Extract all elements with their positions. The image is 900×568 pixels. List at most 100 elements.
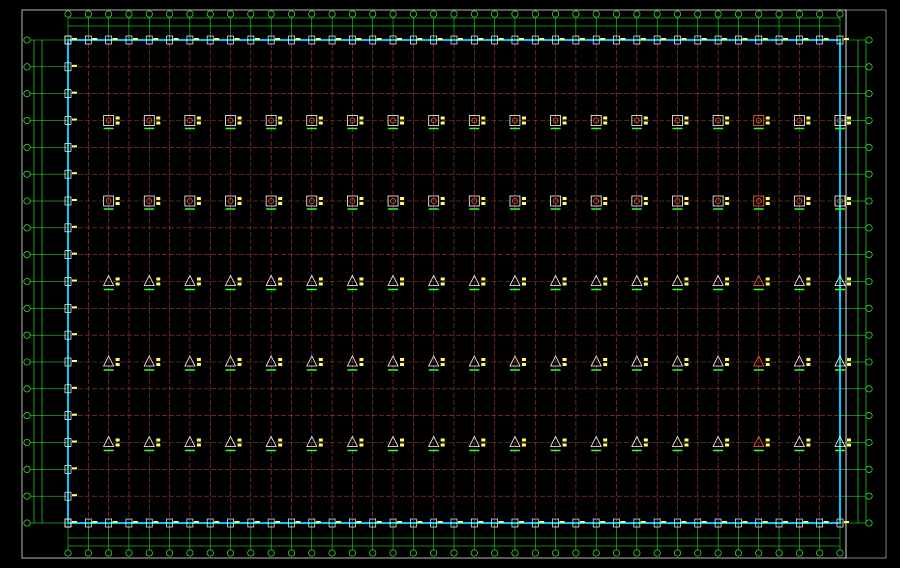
axis-bubble-top bbox=[491, 10, 499, 18]
perimeter-column-bottom-tag bbox=[722, 521, 728, 523]
footing-tag bbox=[562, 282, 567, 286]
footing-tag bbox=[806, 443, 811, 447]
perimeter-column-bottom-tag bbox=[295, 521, 301, 523]
footing-tag bbox=[318, 277, 323, 281]
perimeter-column-top-tag bbox=[640, 38, 646, 40]
footing-tag bbox=[237, 438, 242, 442]
footing-tag bbox=[643, 438, 648, 442]
footing-tag bbox=[603, 121, 608, 125]
perimeter-column-left-tag bbox=[72, 172, 77, 175]
footing-tag bbox=[521, 121, 526, 125]
footing-tag bbox=[237, 282, 242, 286]
footing-tag bbox=[115, 116, 120, 120]
axis-bubble-right bbox=[865, 277, 873, 286]
footing-tag bbox=[603, 277, 608, 281]
footing-tag bbox=[318, 282, 323, 286]
axis-bubble-bottom bbox=[430, 549, 438, 557]
perimeter-column-bottom-tag bbox=[742, 521, 748, 523]
axis-bubble-top bbox=[694, 10, 702, 18]
footing-tag bbox=[521, 116, 526, 120]
footing-tag bbox=[562, 438, 567, 442]
perimeter-column-top-tag bbox=[518, 38, 524, 40]
footing-tag bbox=[278, 363, 283, 366]
axis-bubble-left bbox=[23, 36, 31, 44]
perimeter-column-top-tag bbox=[478, 38, 484, 40]
footing-tag bbox=[521, 443, 526, 447]
axis-bubble-bottom bbox=[348, 549, 356, 557]
footing-tag bbox=[684, 197, 689, 200]
perimeter-column-top-tag bbox=[356, 38, 362, 40]
footing-tag bbox=[278, 277, 283, 281]
footing-tag bbox=[440, 197, 445, 200]
footing-tag bbox=[359, 197, 364, 200]
footing-tag bbox=[318, 443, 323, 447]
footing-tag bbox=[847, 282, 851, 286]
axis-bubble-right bbox=[865, 63, 873, 71]
perimeter-column-left-tag bbox=[72, 360, 77, 362]
axis-bubble-top bbox=[552, 10, 560, 18]
footing-tag bbox=[196, 443, 201, 447]
axis-bubble-left bbox=[23, 358, 31, 366]
footing-tag bbox=[562, 363, 567, 366]
footing-tag bbox=[725, 277, 730, 281]
perimeter-column-left-tag bbox=[72, 145, 77, 148]
axis-bubble-top bbox=[409, 10, 417, 18]
perimeter-column-bottom-tag bbox=[397, 521, 403, 523]
footing-tag bbox=[237, 121, 242, 125]
footing-tag bbox=[440, 277, 445, 281]
footing-tag bbox=[481, 202, 486, 205]
perimeter-column-bottom-tag bbox=[661, 521, 667, 523]
footing-tag bbox=[318, 197, 323, 200]
perimeter-column-left-tag bbox=[72, 386, 77, 389]
perimeter-column-left-tag bbox=[72, 64, 77, 67]
footing-tag bbox=[115, 121, 120, 125]
footing-tag bbox=[481, 282, 486, 286]
perimeter-column-bottom-tag bbox=[92, 521, 98, 523]
perimeter-column-top-tag bbox=[254, 38, 260, 40]
footing-tag bbox=[806, 121, 811, 125]
footing-tag bbox=[359, 443, 364, 447]
perimeter-column-top-tag bbox=[701, 38, 707, 40]
footing-tag bbox=[806, 197, 811, 200]
axis-bubble-top bbox=[531, 10, 539, 18]
axis-bubble-bottom bbox=[166, 549, 174, 557]
footing-tag bbox=[278, 358, 283, 361]
perimeter-column-top-tag bbox=[336, 38, 342, 40]
perimeter-column-bottom-tag bbox=[701, 521, 707, 523]
axis-bubble-bottom bbox=[308, 549, 316, 557]
footing-tag bbox=[359, 363, 364, 366]
axis-bubble-bottom bbox=[531, 549, 539, 557]
perimeter-column-top-tag bbox=[600, 38, 606, 40]
footing-tag bbox=[603, 282, 608, 286]
footing-tag bbox=[603, 116, 608, 120]
perimeter-column-bottom-tag bbox=[762, 521, 768, 523]
footing-tag bbox=[278, 197, 283, 200]
perimeter-column-left-tag bbox=[72, 91, 77, 94]
footing-tag bbox=[481, 358, 486, 361]
footing-tag bbox=[115, 438, 120, 442]
perimeter-column-top-tag bbox=[559, 38, 565, 40]
footing-tag bbox=[318, 363, 323, 366]
perimeter-column-bottom-tag bbox=[458, 521, 463, 523]
footing-tag bbox=[847, 438, 851, 442]
footing-tag bbox=[196, 202, 201, 205]
footing-tag bbox=[684, 116, 689, 120]
perimeter-column-bottom-tag bbox=[518, 521, 524, 523]
footing-tag bbox=[643, 121, 648, 125]
footing-tag bbox=[684, 121, 689, 125]
footing-tag bbox=[603, 197, 608, 200]
perimeter-column-left-tag bbox=[72, 467, 77, 470]
axis-bubble-bottom bbox=[328, 549, 336, 557]
axis-bubble-right bbox=[865, 170, 873, 178]
axis-bubble-right bbox=[865, 304, 873, 312]
axis-bubble-top bbox=[389, 10, 397, 18]
axis-bubble-left bbox=[23, 331, 31, 339]
perimeter-column-left-tag bbox=[72, 225, 77, 228]
perimeter-column-top-tag bbox=[437, 38, 443, 40]
axis-bubble-right bbox=[865, 143, 873, 151]
footing-tag bbox=[237, 197, 242, 200]
footing-tag bbox=[440, 438, 445, 442]
footing-tag bbox=[603, 202, 608, 205]
footing-tag bbox=[562, 277, 567, 281]
axis-bubble-top bbox=[247, 10, 255, 18]
